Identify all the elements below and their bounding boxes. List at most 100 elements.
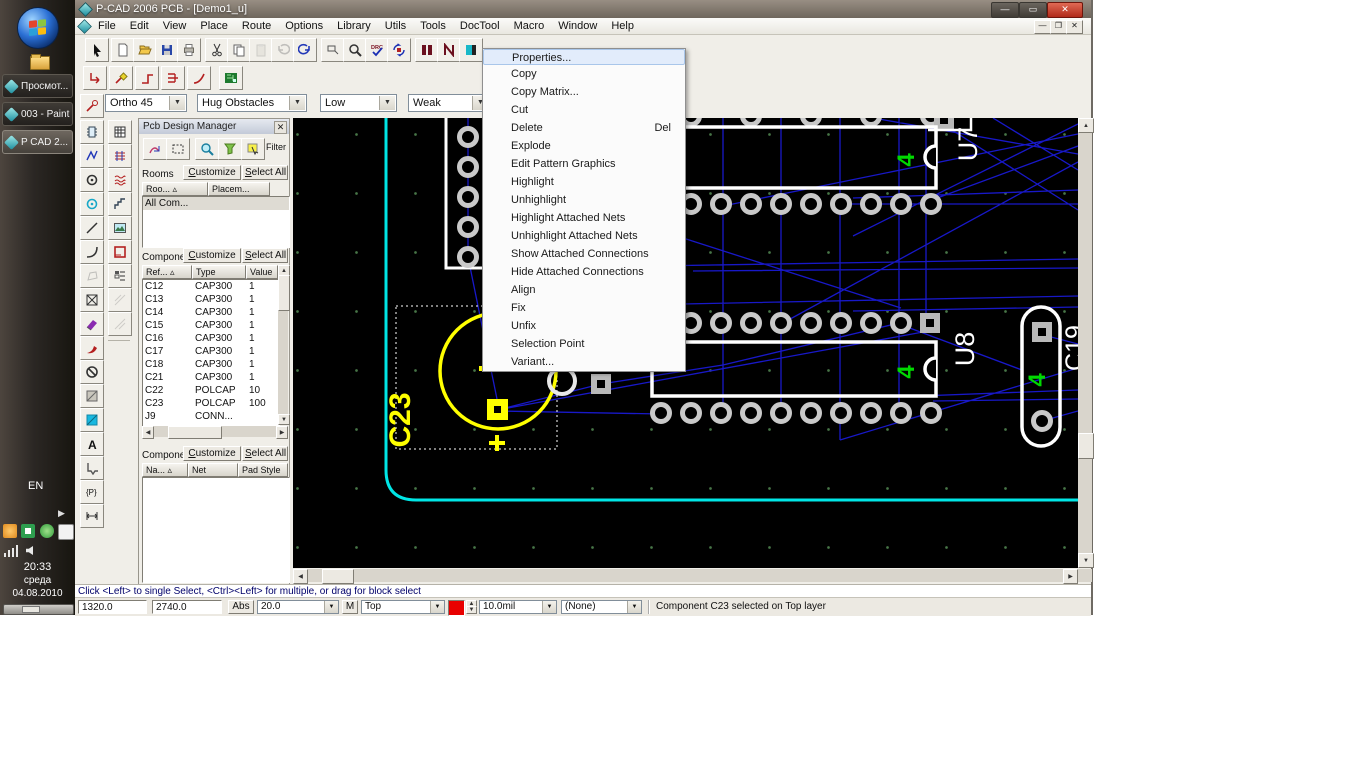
menu-item-explode[interactable]: Explode xyxy=(483,137,685,155)
signal-integrity-button[interactable] xyxy=(108,168,132,192)
zoom-window-button[interactable] xyxy=(321,38,345,62)
scroll-left-icon[interactable]: ◀ xyxy=(142,426,154,439)
abs-rel-toggle-button[interactable]: Abs xyxy=(228,600,254,614)
mdi-restore-button[interactable]: ❐ xyxy=(1050,20,1067,34)
place-line-button[interactable] xyxy=(80,216,104,240)
menu-item[interactable]: Route xyxy=(235,19,278,34)
chevron-down-icon[interactable]: ▼ xyxy=(542,601,556,613)
place-polygon-button[interactable] xyxy=(80,264,104,288)
taskbar-button-paint[interactable]: 003 - Paint xyxy=(2,102,73,126)
y-coordinate-input[interactable]: 2740.0 xyxy=(152,600,222,614)
place-text-button[interactable]: A xyxy=(80,432,104,456)
place-plane-button[interactable] xyxy=(80,312,104,336)
unroute-button[interactable] xyxy=(80,360,104,384)
x-coordinate-input[interactable]: 1320.0 xyxy=(78,600,147,614)
menu-item-selection-point[interactable]: Selection Point xyxy=(483,335,685,353)
obstacle-mode-dropdown[interactable]: Hug Obstacles▼ xyxy=(197,94,307,112)
route-corner-button[interactable] xyxy=(135,66,159,90)
copper-pour-button[interactable] xyxy=(80,384,104,408)
components-vscroll-thumb[interactable] xyxy=(278,275,290,311)
language-indicator[interactable]: EN xyxy=(28,480,43,492)
scroll-down-icon[interactable]: ▼ xyxy=(278,414,290,425)
menu-item[interactable]: Utils xyxy=(378,19,413,34)
component-row[interactable]: C13 CAP300 1 xyxy=(143,293,279,306)
rooms-customize-button[interactable]: Customize xyxy=(183,165,241,180)
pads-column-pad-style[interactable]: Pad Style xyxy=(238,463,288,477)
browse-nets-button[interactable] xyxy=(143,138,167,160)
place-component-button[interactable] xyxy=(80,120,104,144)
rooms-list[interactable]: All Com... xyxy=(142,196,290,248)
component-row[interactable]: C17 CAP300 1 xyxy=(143,345,279,358)
net-view-button[interactable] xyxy=(437,38,461,62)
priority-dropdown[interactable]: Low▼ xyxy=(320,94,397,112)
place-pad-button[interactable] xyxy=(80,168,104,192)
component-row[interactable]: C22 POLCAP 10 xyxy=(143,384,279,397)
menu-item[interactable]: Help xyxy=(604,19,641,34)
menu-item-copy-matrix[interactable]: Copy Matrix... xyxy=(483,83,685,101)
rooms-select-all-button[interactable]: Select All xyxy=(242,165,288,180)
menu-item[interactable]: Library xyxy=(330,19,378,34)
undo-button[interactable] xyxy=(271,38,295,62)
table-view-button[interactable] xyxy=(108,120,132,144)
pattern-edit2-button[interactable] xyxy=(108,312,132,336)
line-width-dropdown[interactable]: 10.0mil▼ xyxy=(479,600,557,614)
pick-button[interactable] xyxy=(241,138,265,160)
components-column-value[interactable]: Value xyxy=(246,265,278,279)
menu-item-unhighlight-attached-nets[interactable]: Unhighlight Attached Nets xyxy=(483,227,685,245)
route-fanout-button[interactable] xyxy=(161,66,185,90)
pattern-edit-button[interactable] xyxy=(108,288,132,312)
pads-select-all-button[interactable]: Select All xyxy=(242,446,288,461)
eco-button[interactable] xyxy=(387,38,411,62)
board-outline-button[interactable] xyxy=(108,240,132,264)
menu-item-variant[interactable]: Variant... xyxy=(483,353,685,371)
paste-button[interactable] xyxy=(249,38,273,62)
canvas-vscroll-thumb[interactable] xyxy=(1078,433,1094,459)
route-ortho-button[interactable] xyxy=(83,66,107,90)
filter-button[interactable] xyxy=(218,138,242,160)
components-customize-button[interactable]: Customize xyxy=(183,248,241,263)
scroll-left-icon[interactable]: ◀ xyxy=(293,569,308,584)
place-arc-button[interactable] xyxy=(80,240,104,264)
maximize-button[interactable]: ▭ xyxy=(1019,2,1047,18)
scroll-right-icon[interactable]: ▶ xyxy=(1063,569,1078,584)
drc-button[interactable]: DRC xyxy=(365,38,389,62)
strength-dropdown[interactable]: Weak▼ xyxy=(408,94,490,112)
component-row[interactable]: C23 POLCAP 100 xyxy=(143,397,279,410)
select-button[interactable] xyxy=(85,38,109,62)
route-interactive-button[interactable] xyxy=(109,66,133,90)
menu-item-highlight-attached-nets[interactable]: Highlight Attached Nets xyxy=(483,209,685,227)
menu-item-delete[interactable]: Delete Del xyxy=(483,119,685,137)
pads-list[interactable] xyxy=(142,477,290,583)
cut-button[interactable] xyxy=(205,38,229,62)
route-manual-button[interactable] xyxy=(80,336,104,360)
components-column-ref[interactable]: Ref... ▵ xyxy=(142,265,192,279)
components-hscrollbar[interactable]: ◀ ▶ xyxy=(142,426,288,437)
scroll-down-icon[interactable]: ▼ xyxy=(1078,553,1094,568)
tray-clipboard-icon[interactable] xyxy=(58,524,74,540)
canvas-vscrollbar[interactable]: ▲ ▼ xyxy=(1078,118,1092,568)
menu-item[interactable]: Place xyxy=(193,19,235,34)
close-button[interactable]: ✕ xyxy=(1047,2,1083,18)
menu-item-align[interactable]: Align xyxy=(483,281,685,299)
menu-item[interactable]: Macro xyxy=(507,19,552,34)
glue-dot-button[interactable] xyxy=(80,456,104,480)
menu-item-unfix[interactable]: Unfix xyxy=(483,317,685,335)
menu-item-highlight[interactable]: Highlight xyxy=(483,173,685,191)
grid-size-dropdown[interactable]: 20.0▼ xyxy=(257,600,339,614)
components-column-type[interactable]: Type xyxy=(192,265,246,279)
menu-item-copy[interactable]: Copy xyxy=(483,65,685,83)
rooms-column-placement[interactable]: Placem... xyxy=(208,182,270,196)
print-button[interactable] xyxy=(177,38,201,62)
menu-item[interactable]: View xyxy=(156,19,194,34)
place-field-button[interactable]: {P} xyxy=(80,480,104,504)
route-arc-button[interactable] xyxy=(187,66,211,90)
copy-button[interactable] xyxy=(227,38,251,62)
menu-item-cut[interactable]: Cut xyxy=(483,101,685,119)
show-desktop-button[interactable] xyxy=(3,604,74,615)
list-view-button[interactable] xyxy=(108,264,132,288)
menu-item[interactable]: File xyxy=(91,19,123,34)
dimension-button[interactable] xyxy=(80,504,104,528)
components-list[interactable]: C12 CAP300 1 C13 CAP300 1 C14 CAP300 1 xyxy=(142,279,280,427)
place-keepout-button[interactable] xyxy=(80,288,104,312)
menu-item[interactable]: DocTool xyxy=(453,19,507,34)
